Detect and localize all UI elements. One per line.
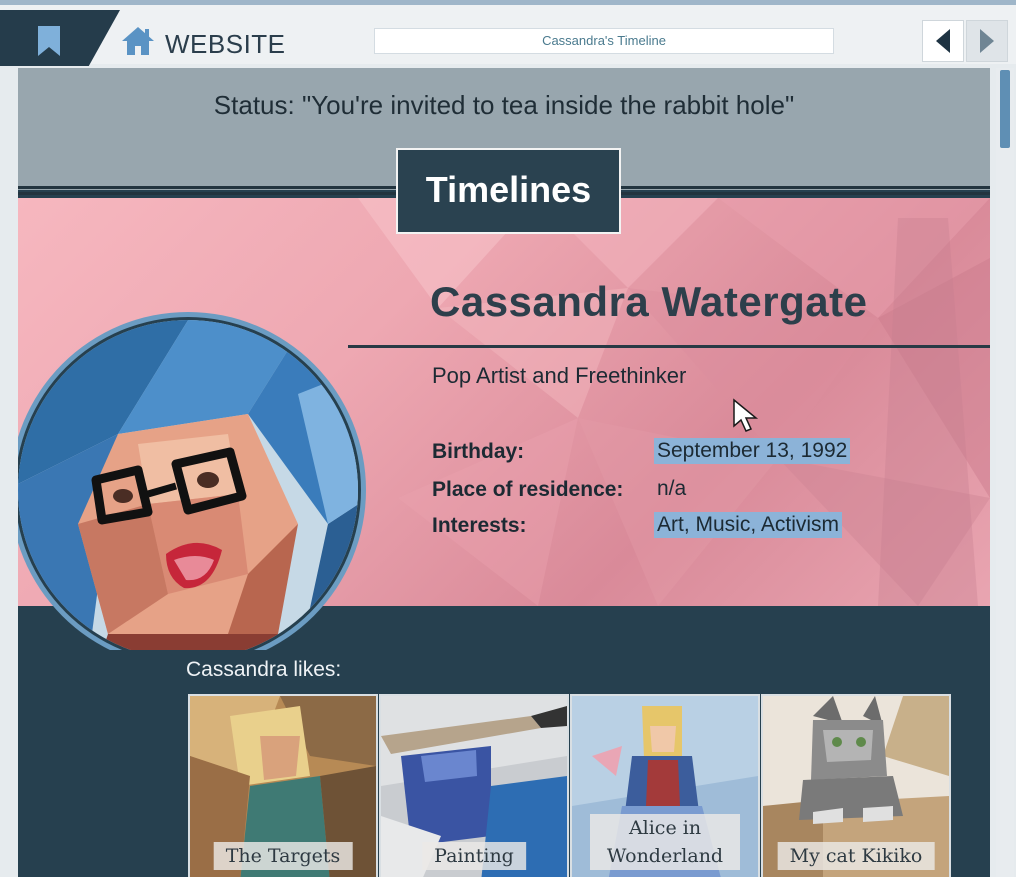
interests-value: Art, Music, Activism <box>654 512 843 538</box>
scroll-thumb[interactable] <box>1000 70 1010 148</box>
interests-label: Interests: <box>432 514 527 537</box>
like-card-painting[interactable]: Painting <box>379 694 569 877</box>
bookmark-icon[interactable] <box>36 24 62 58</box>
section-title: Timelines <box>396 148 621 234</box>
birthday-value: September 13, 1992 <box>654 438 851 464</box>
like-card-my-cat-kikiko[interactable]: My cat Kikiko <box>761 694 951 877</box>
site-label: WEBSITE <box>165 29 286 59</box>
bookmark-tab[interactable] <box>0 10 120 66</box>
status-text: Status: "You're invited to tea inside th… <box>213 90 795 120</box>
residence-label: Place of residence: <box>432 478 624 501</box>
avatar <box>18 312 366 650</box>
divider <box>348 345 990 348</box>
home-icon[interactable] <box>120 25 156 57</box>
back-arrow-icon <box>936 29 950 53</box>
cursor-icon <box>733 398 759 432</box>
forward-arrow-icon <box>980 29 994 53</box>
address-bar[interactable]: Cassandra's Timeline <box>374 28 834 54</box>
like-caption: Alice in Wonderland <box>590 814 740 870</box>
like-card-alice-in-wonderland[interactable]: Alice in Wonderland <box>570 694 760 877</box>
browser-window: WEBSITE Cassandra's Timeline Status: "Yo… <box>0 0 1016 877</box>
profile-page: Status: "You're invited to tea inside th… <box>18 68 990 877</box>
like-card-the-targets[interactable]: The Targets <box>188 694 378 877</box>
residence-value: n/a <box>657 477 687 500</box>
likes-heading: Cassandra likes: <box>186 658 342 681</box>
forward-button[interactable] <box>966 20 1008 62</box>
like-caption: The Targets <box>213 842 353 870</box>
like-caption: Painting <box>422 842 526 870</box>
browser-toolbar: WEBSITE Cassandra's Timeline <box>0 0 1016 66</box>
back-button[interactable] <box>922 20 964 62</box>
like-caption: My cat Kikiko <box>777 842 935 870</box>
vertical-scrollbar[interactable] <box>996 68 1014 877</box>
birthday-label: Birthday: <box>432 440 525 463</box>
profile-name: Cassandra Watergate <box>430 278 868 325</box>
profile-tagline: Pop Artist and Freethinker <box>432 363 687 388</box>
